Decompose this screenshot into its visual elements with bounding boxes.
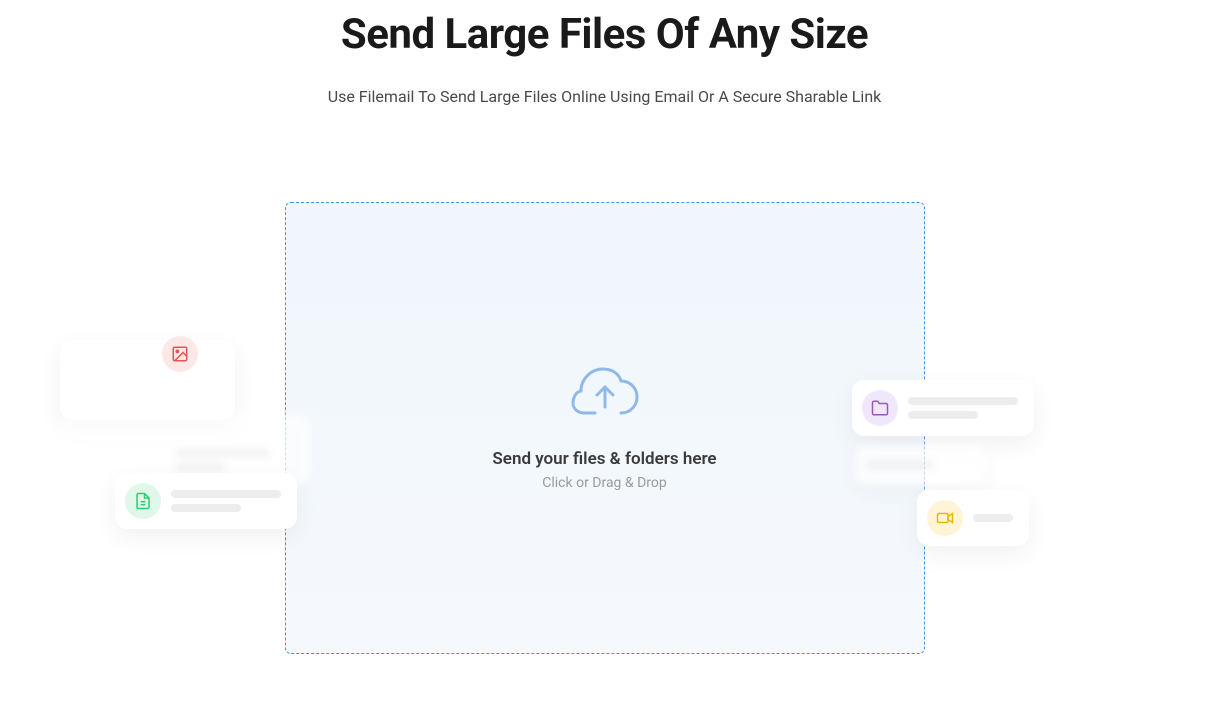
cloud-upload-icon xyxy=(569,365,641,423)
document-icon xyxy=(125,483,161,519)
page-subtitle: Use Filemail To Send Large Files Online … xyxy=(0,87,1209,106)
folder-icon xyxy=(862,390,898,426)
decorative-card-video xyxy=(917,490,1029,546)
dropzone-container: Send your files & folders here Click or … xyxy=(285,202,925,654)
dropzone-title: Send your files & folders here xyxy=(492,449,716,469)
image-icon xyxy=(162,336,198,372)
decorative-card-folder xyxy=(852,380,1034,436)
decorative-card-blur-right xyxy=(855,445,985,485)
page-title: Send Large Files Of Any Size xyxy=(0,10,1209,59)
dropzone-subtitle: Click or Drag & Drop xyxy=(542,475,666,491)
decorative-card-image xyxy=(60,340,235,420)
video-icon xyxy=(927,500,963,536)
decorative-card-document xyxy=(115,473,297,529)
file-dropzone[interactable]: Send your files & folders here Click or … xyxy=(285,202,925,654)
